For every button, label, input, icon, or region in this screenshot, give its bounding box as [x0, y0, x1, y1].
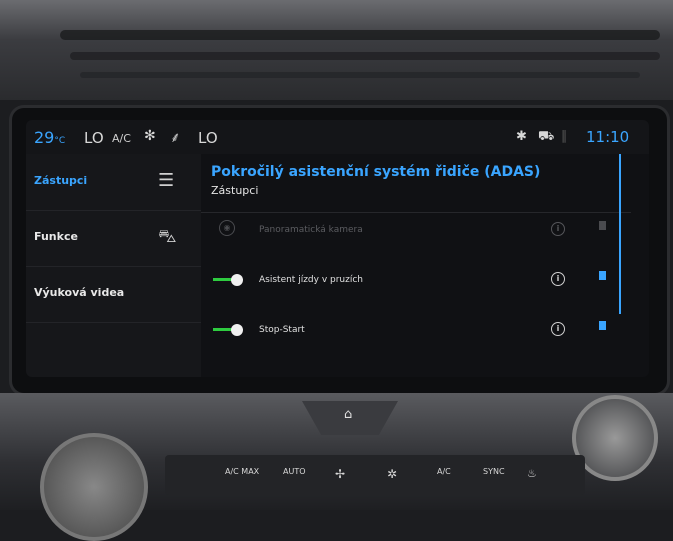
ac-button[interactable]: A/C [437, 467, 451, 476]
sync-button[interactable]: SYNC [483, 467, 505, 476]
bookmark-icon[interactable] [599, 271, 606, 283]
status-bar: 29°C LO A/C ✻ ⸙ LO ✱ ⛟ ∥ 11:10 [26, 120, 649, 154]
list-item-lane-assist[interactable]: Asistent jízdy v pruzích i [201, 255, 631, 305]
temperature-readout[interactable]: 29°C [34, 128, 65, 147]
fan-level-left[interactable]: LO [84, 129, 104, 147]
car-icon: ⛍ [158, 226, 177, 247]
fan-icon[interactable]: ✻ [144, 128, 156, 144]
fan-icon[interactable]: ✢ [335, 467, 345, 481]
menu-icon: ☰ [158, 170, 175, 191]
scrollbar[interactable] [619, 154, 621, 314]
auto-button[interactable]: AUTO [283, 467, 306, 476]
sidebar-item-funkce[interactable]: Funkce ⛍ [26, 210, 201, 267]
ac-indicator[interactable]: A/C [112, 132, 131, 145]
car-icon: ⛟ [538, 129, 555, 144]
ac-max-button[interactable]: A/C MAX [225, 467, 259, 476]
air-vent [80, 72, 640, 78]
volume-knob[interactable] [40, 433, 148, 541]
air-vent [60, 30, 660, 40]
infotainment-screen: 29°C LO A/C ✻ ⸙ LO ✱ ⛟ ∥ 11:10 Zástupci … [26, 120, 649, 377]
seat-heat-icon[interactable]: ⸙ [170, 128, 181, 147]
sidebar-item-zastupci[interactable]: Zástupci ☰ [26, 154, 201, 211]
sidebar: Zástupci ☰ Funkce ⛍ Výuková videa [26, 154, 201, 377]
sidebar-item-label: Výuková videa [34, 286, 125, 299]
row-label: Stop-Start [259, 325, 305, 335]
climate-console: ⌂ A/C MAX AUTO ✢ ✲ A/C SYNC ♨ [0, 393, 673, 541]
info-icon[interactable]: i [551, 272, 565, 286]
signal-icon: ∥ [561, 129, 568, 144]
camera-icon: ◉ [219, 220, 235, 236]
home-icon: ⌂ [344, 407, 353, 422]
sidebar-item-label: Zástupci [34, 174, 88, 187]
info-icon[interactable]: i [551, 222, 565, 236]
sidebar-item-label: Funkce [34, 230, 78, 243]
row-label: Asistent jízdy v pruzích [259, 275, 364, 285]
fan-speed-icon[interactable]: ✲ [387, 467, 397, 481]
bluetooth-icon: ✱ [516, 129, 527, 144]
bookmark-icon[interactable] [599, 321, 606, 333]
climate-keys: A/C MAX AUTO ✢ ✲ A/C SYNC ♨ [165, 455, 585, 495]
sidebar-item-vyukova-videa[interactable]: Výuková videa [26, 266, 201, 323]
lane-assist-toggle[interactable] [213, 274, 243, 286]
air-vent [70, 52, 660, 60]
bookmark-icon[interactable] [599, 221, 606, 233]
page-subtitle: Zástupci [211, 184, 259, 197]
fan-level-right[interactable]: LO [198, 129, 218, 147]
rear-defrost-icon[interactable]: ♨ [527, 467, 537, 480]
page-title: Pokročilý asistenční systém řidiče (ADAS… [211, 164, 541, 180]
row-label: Panoramatická kamera [259, 225, 363, 235]
list-item-stop-start[interactable]: Stop-Start i [201, 305, 631, 355]
clock: 11:10 [586, 128, 630, 146]
dashboard-vent-panel [0, 0, 673, 100]
list-item-panoramic-camera[interactable]: ◉ Panoramatická kamera i [201, 205, 631, 255]
stop-start-toggle[interactable] [213, 324, 243, 336]
info-icon[interactable]: i [551, 322, 565, 336]
